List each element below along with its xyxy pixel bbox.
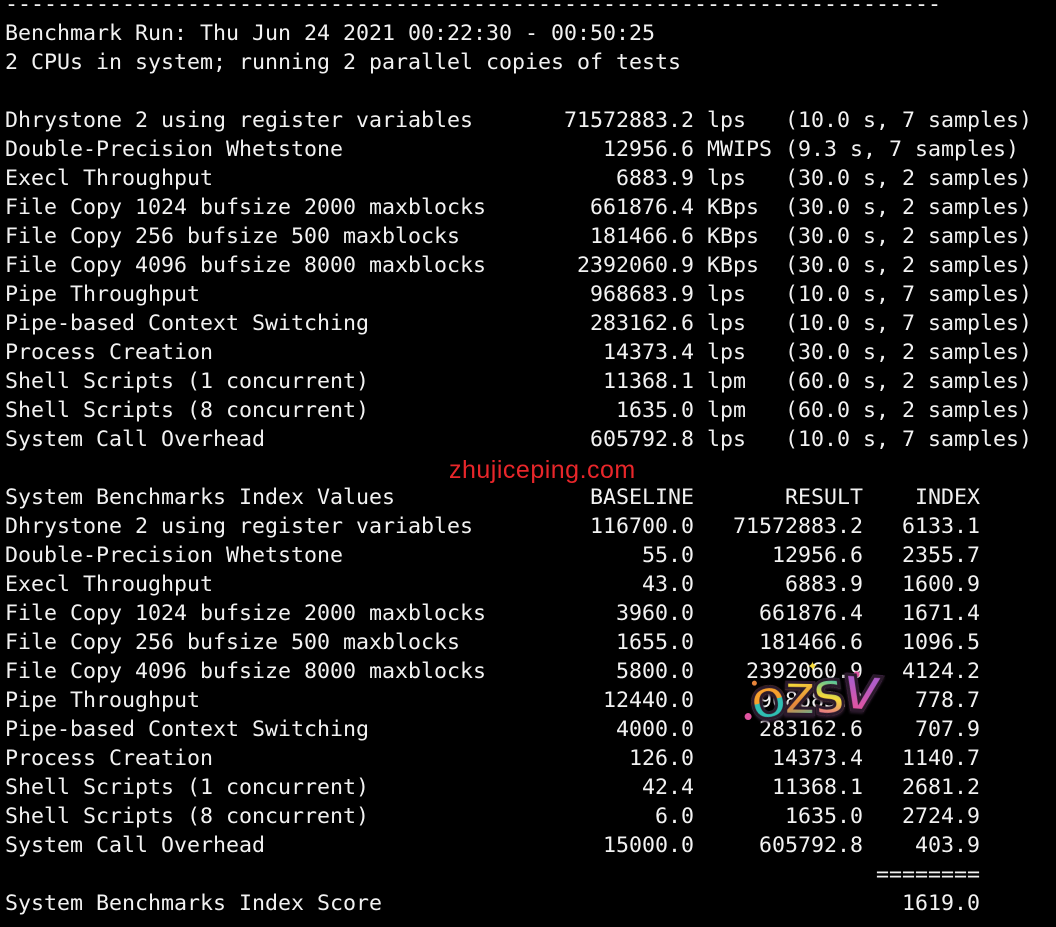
terminal-line: Shell Scripts (1 concurrent) 11368.1 lpm… <box>5 369 1033 394</box>
terminal-line: Process Creation 14373.4 lps (30.0 s, 2 … <box>5 340 1033 365</box>
terminal-line: Shell Scripts (8 concurrent) 1635.0 lpm … <box>5 398 1033 423</box>
terminal-line: System Call Overhead 605792.8 lps (10.0 … <box>5 427 1033 452</box>
terminal-line: Benchmark Run: Thu Jun 24 2021 00:22:30 … <box>5 21 656 46</box>
terminal-line: Execl Throughput 43.0 6883.9 1600.9 <box>5 572 981 597</box>
terminal-window: ----------------------------------------… <box>0 0 1056 927</box>
terminal-line: System Benchmarks Index Score 1619.0 <box>5 891 981 916</box>
terminal-line: ----------------------------------------… <box>5 0 942 17</box>
terminal-line: Pipe-based Context Switching 4000.0 2831… <box>5 717 981 742</box>
terminal-line: File Copy 1024 bufsize 2000 maxblocks 66… <box>5 195 1033 220</box>
terminal-line: Pipe Throughput 968683.9 lps (10.0 s, 7 … <box>5 282 1033 307</box>
terminal-line: Dhrystone 2 using register variables 116… <box>5 514 981 539</box>
terminal-line: Shell Scripts (1 concurrent) 42.4 11368.… <box>5 775 981 800</box>
terminal-line: File Copy 256 bufsize 500 maxblocks 1655… <box>5 630 981 655</box>
terminal-line: System Benchmarks Index Values BASELINE … <box>5 485 981 510</box>
watermark-ozsv-logo: ✦ OZSV <box>744 659 886 737</box>
terminal-line: File Copy 1024 bufsize 2000 maxblocks 39… <box>5 601 981 626</box>
terminal-line: Dhrystone 2 using register variables 715… <box>5 108 1033 133</box>
terminal-line: File Copy 4096 bufsize 8000 maxblocks 23… <box>5 253 1033 278</box>
terminal-line: ======== <box>5 862 981 887</box>
logo-letters: OZSV <box>745 664 886 733</box>
terminal-line: 2 CPUs in system; running 2 parallel cop… <box>5 50 682 75</box>
terminal-line: File Copy 256 bufsize 500 maxblocks 1814… <box>5 224 1033 249</box>
watermark-zhujiceping: zhujiceping.com <box>449 456 636 484</box>
terminal-line: Double-Precision Whetstone 12956.6 MWIPS… <box>5 137 1020 162</box>
terminal-line: Double-Precision Whetstone 55.0 12956.6 … <box>5 543 981 568</box>
logo-letter: V <box>834 664 886 725</box>
terminal-line: Process Creation 126.0 14373.4 1140.7 <box>5 746 981 771</box>
terminal-line: Execl Throughput 6883.9 lps (30.0 s, 2 s… <box>5 166 1033 191</box>
terminal-line: Shell Scripts (8 concurrent) 6.0 1635.0 … <box>5 804 981 829</box>
terminal-line: System Call Overhead 15000.0 605792.8 40… <box>5 833 981 858</box>
terminal-line: Pipe-based Context Switching 283162.6 lp… <box>5 311 1033 336</box>
